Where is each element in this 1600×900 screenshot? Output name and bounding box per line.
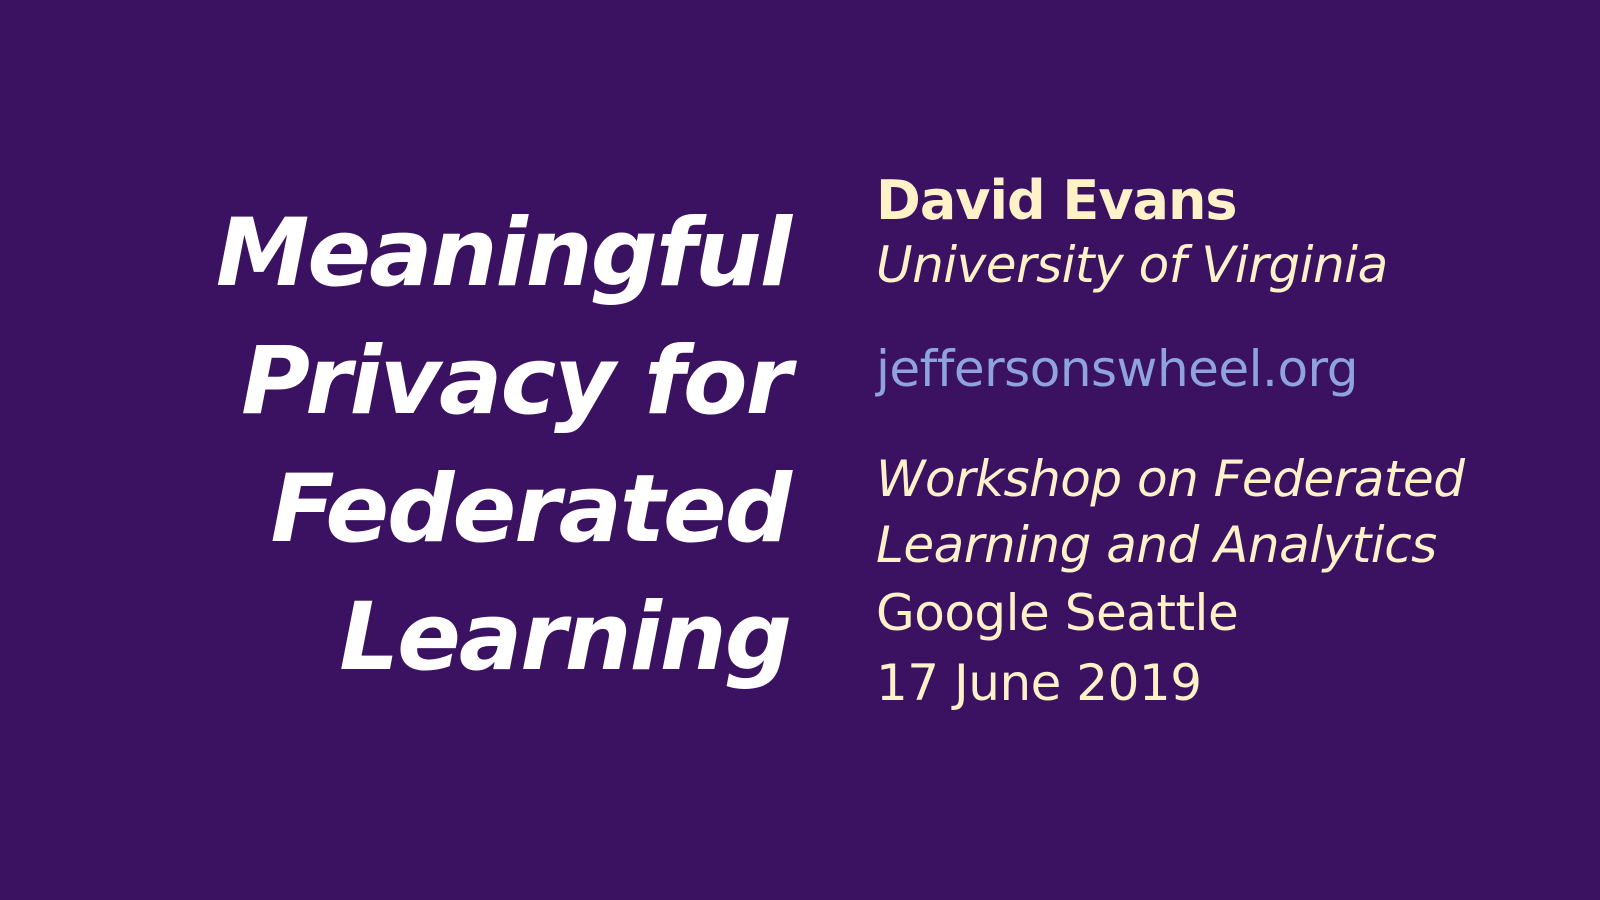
event-details: Workshop on Federated Learning and Analy… xyxy=(876,446,1576,718)
event-date: 17 June 2019 xyxy=(876,654,1202,712)
author-name: David Evans xyxy=(876,169,1238,232)
title-line-2: Privacy for xyxy=(241,327,792,436)
website-link[interactable]: jeffersonswheel.org xyxy=(876,338,1576,400)
slide-title: Meaningful Privacy for Federated Learnin… xyxy=(90,190,792,702)
event-name-line-1: Workshop on Federated xyxy=(876,450,1465,508)
event-name-line-2: Learning and Analytics xyxy=(876,516,1437,574)
title-line-4: Learning xyxy=(339,583,792,692)
title-line-1: Meaningful xyxy=(215,199,792,308)
title-line-3: Federated xyxy=(270,455,792,564)
title-slide: Meaningful Privacy for Federated Learnin… xyxy=(0,0,1600,900)
presenter-info: David Evans University of Virginia jeffe… xyxy=(876,168,1576,718)
author-affiliation: University of Virginia xyxy=(876,236,1388,294)
event-venue: Google Seattle xyxy=(876,584,1239,642)
